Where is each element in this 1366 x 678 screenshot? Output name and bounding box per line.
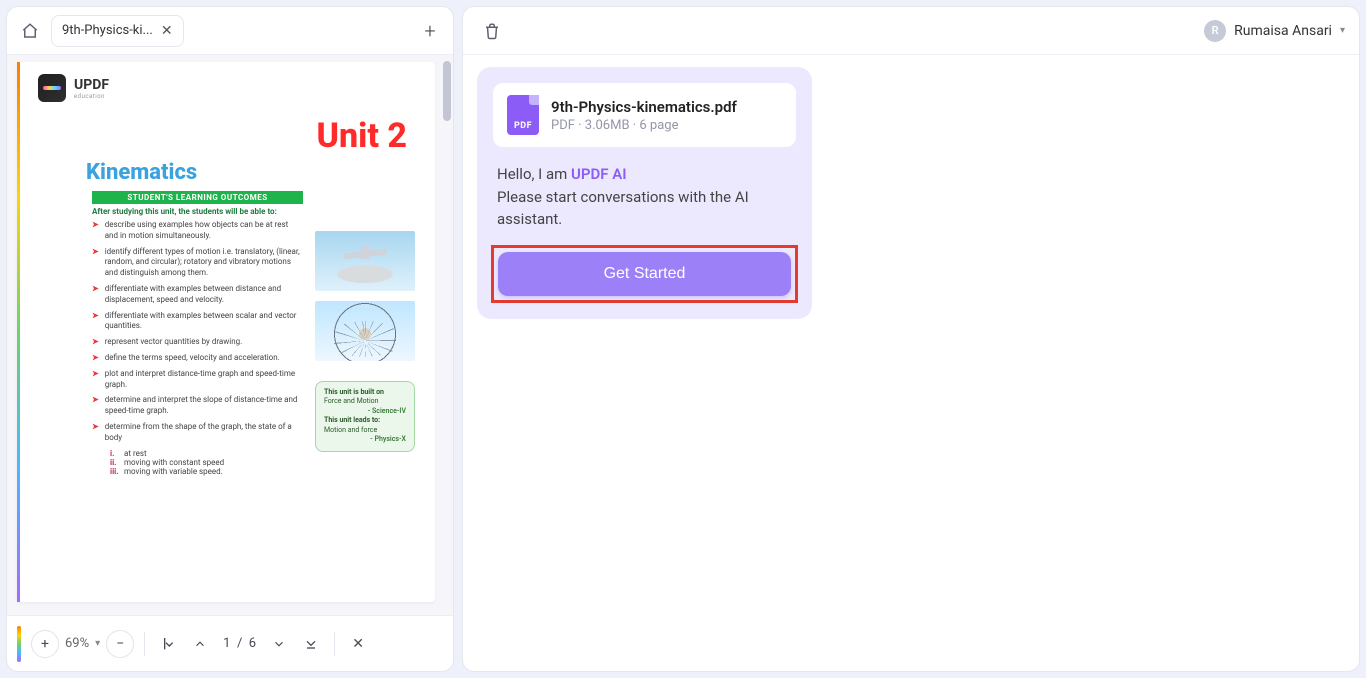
file-name: 9th-Physics-kinematics.pdf xyxy=(551,98,737,116)
pdf-page: UPDF education Unit 2 Kinematics STUDENT… xyxy=(17,62,435,602)
get-started-button[interactable]: Get Started xyxy=(498,252,791,296)
ai-header: R Rumaisa Ansari ▾ xyxy=(463,7,1359,55)
intro-text: Hello, I am UPDF AI Please start convers… xyxy=(493,163,796,231)
scrollbar-thumb[interactable] xyxy=(443,61,451,121)
ferris-wheel-image xyxy=(315,301,415,361)
user-menu[interactable]: R Rumaisa Ansari ▾ xyxy=(1204,20,1345,42)
outcomes-intro: After studying this unit, the students w… xyxy=(92,207,303,216)
ai-intro-bubble: PDF 9th-Physics-kinematics.pdf PDF · 3.0… xyxy=(477,67,812,319)
list-item: differentiate with examples between scal… xyxy=(105,311,303,333)
updf-logo-icon xyxy=(38,74,66,102)
cta-highlight: Get Started xyxy=(491,245,798,303)
view-toolbar: + 69% ▾ − 1 / 6 ✕ xyxy=(7,615,453,671)
first-page-icon[interactable] xyxy=(155,631,181,657)
avatar: R xyxy=(1204,20,1226,42)
list-item: plot and interpret distance-time graph a… xyxy=(105,369,303,391)
brand-stripe-icon xyxy=(17,626,21,662)
close-viewer-icon[interactable]: ✕ xyxy=(345,631,371,657)
file-meta: PDF · 3.06MB · 6 page xyxy=(551,118,737,133)
list-item: represent vector quantities by drawing. xyxy=(105,337,243,348)
ai-name: UPDF AI xyxy=(571,165,627,183)
outcomes-list: ➤describe using examples how objects can… xyxy=(92,220,303,444)
sub-item: iii.moving with variable speed. xyxy=(110,467,303,476)
airplane-image xyxy=(315,231,415,291)
pdf-panel: 9th-Physics-ki... ✕ + UPDF education Uni… xyxy=(6,6,454,672)
chevron-down-icon[interactable]: ▾ xyxy=(95,638,100,649)
list-item: identify different types of motion i.e. … xyxy=(105,247,303,279)
tab-bar: 9th-Physics-ki... ✕ + xyxy=(7,7,453,55)
list-item: determine and interpret the slope of dis… xyxy=(105,395,303,417)
pdf-icon: PDF xyxy=(507,95,539,135)
trash-icon[interactable] xyxy=(477,16,507,46)
chevron-down-icon: ▾ xyxy=(1340,25,1345,36)
page-viewport[interactable]: UPDF education Unit 2 Kinematics STUDENT… xyxy=(7,55,453,615)
ai-panel: R Rumaisa Ansari ▾ PDF 9th-Physics-kinem… xyxy=(462,6,1360,672)
zoom-in-button[interactable]: + xyxy=(31,630,59,658)
zoom-value: 69% xyxy=(65,636,89,651)
zoom-out-button[interactable]: − xyxy=(106,630,134,658)
subject-title: Kinematics xyxy=(86,160,415,185)
list-item: differentiate with examples between dist… xyxy=(105,284,303,306)
list-item: describe using examples how objects can … xyxy=(105,220,303,242)
tab-label: 9th-Physics-ki... xyxy=(62,23,153,38)
home-icon[interactable] xyxy=(15,16,45,46)
prev-page-icon[interactable] xyxy=(187,631,213,657)
last-page-icon[interactable] xyxy=(298,631,324,657)
brand-name: UPDF xyxy=(74,77,109,93)
sub-item: i.at rest xyxy=(110,449,303,458)
tab-active[interactable]: 9th-Physics-ki... ✕ xyxy=(51,15,184,47)
list-item: determine from the shape of the graph, t… xyxy=(105,422,303,444)
new-tab-button[interactable]: + xyxy=(415,16,445,46)
page-current: 1 xyxy=(223,636,230,651)
brand: UPDF education xyxy=(38,74,415,102)
page-indicator[interactable]: 1 / 6 xyxy=(219,636,260,651)
next-page-icon[interactable] xyxy=(266,631,292,657)
file-card[interactable]: PDF 9th-Physics-kinematics.pdf PDF · 3.0… xyxy=(493,83,796,147)
note-box: This unit is built on Force and Motion -… xyxy=(315,381,415,452)
page-total: 6 xyxy=(249,636,256,651)
brand-sub: education xyxy=(74,93,109,100)
outcomes-heading: STUDENT'S LEARNING OUTCOMES xyxy=(92,191,303,204)
sub-item: ii.moving with constant speed xyxy=(110,458,303,467)
user-name: Rumaisa Ansari xyxy=(1234,23,1332,39)
list-item: define the terms speed, velocity and acc… xyxy=(105,353,280,364)
unit-title: Unit 2 xyxy=(38,116,407,156)
close-icon[interactable]: ✕ xyxy=(161,24,173,38)
